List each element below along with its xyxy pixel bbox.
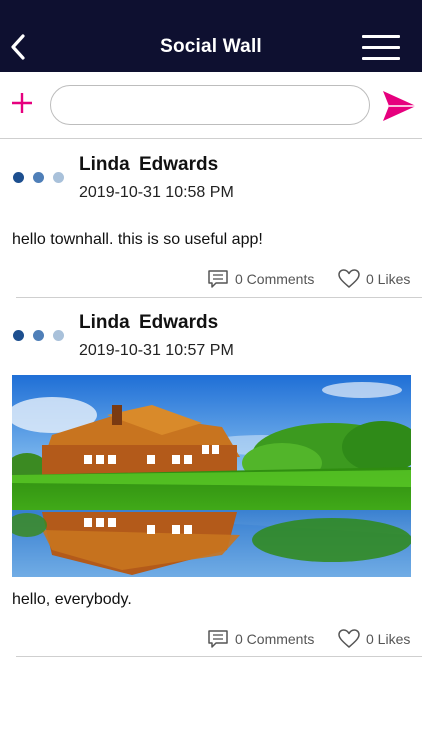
header-bar: Social Wall [0,0,422,72]
post-input[interactable] [50,85,370,125]
more-options-icon[interactable] [13,330,73,342]
post-image[interactable] [12,375,411,577]
comments-count: 0 Comments [235,271,315,287]
post-item: Linda Edwards 2019-10-31 10:57 PM hello,… [0,298,422,658]
comment-icon [208,270,228,288]
more-options-icon[interactable] [13,172,73,184]
heart-icon [338,269,360,288]
post-timestamp: 2019-10-31 10:58 PM [79,184,234,201]
likes-button[interactable]: 0 Likes [338,629,410,649]
heart-icon [338,629,360,648]
comments-count: 0 Comments [235,631,315,647]
post-author: Linda Edwards [79,154,219,175]
likes-button[interactable]: 0 Likes [338,269,410,289]
post-text: hello townhall. this is so useful app! [12,231,263,248]
menu-icon[interactable] [362,35,400,61]
post-item: Linda Edwards 2019-10-31 10:58 PM hello … [0,140,422,298]
post-text: hello, everybody. [12,591,132,608]
post-actions: 0 Comments 0 Likes [0,269,422,291]
post-actions: 0 Comments 0 Likes [0,629,422,651]
post-divider [16,656,422,657]
comments-button[interactable]: 0 Comments [207,629,314,649]
post-timestamp: 2019-10-31 10:57 PM [79,342,234,359]
page-title: Social Wall [160,36,262,57]
likes-count: 0 Likes [366,631,411,647]
plus-icon[interactable] [10,91,34,115]
comments-button[interactable]: 0 Comments [207,269,314,289]
send-icon[interactable] [381,89,417,123]
post-author: Linda Edwards [79,312,219,333]
comment-icon [208,630,228,648]
likes-count: 0 Likes [366,271,411,287]
composer-bar [0,72,422,139]
